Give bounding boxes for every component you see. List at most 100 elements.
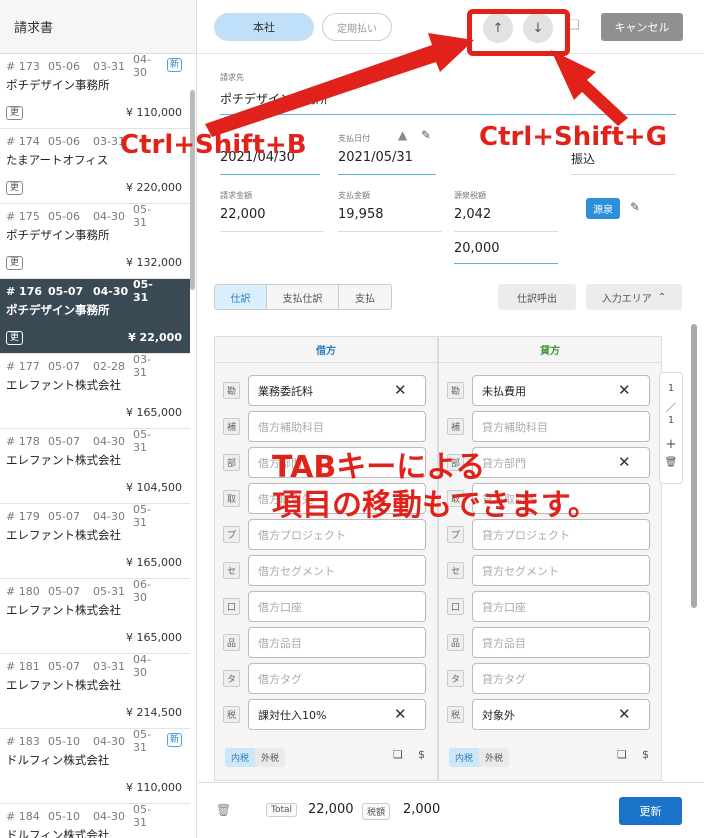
honsha-button[interactable]: 本社 xyxy=(214,13,314,41)
debit-tax-exclusive[interactable]: 外税 xyxy=(255,748,286,767)
invoice-list-item[interactable]: # 175 05-06 04-30 05-31 ポチデザイン事務所更 ¥ 132,000 xyxy=(0,203,190,279)
invoice-issue-date: 05-06 xyxy=(48,59,80,73)
debit-row-tag: 品 xyxy=(223,634,240,651)
invoice-meta: # 181 05-07 03-31 04-30 xyxy=(6,653,184,679)
invoice-list-item[interactable]: # 173 05-06 03-31 04-30 ポチデザイン事務所更 ¥ 110,000 新 xyxy=(0,53,190,129)
journal-recall-button[interactable]: 仕訳呼出 xyxy=(498,284,576,310)
clear-icon[interactable]: ✕ xyxy=(618,381,631,399)
credit-field[interactable]: 貸方品目 xyxy=(472,627,650,658)
shiharaibi-label: 支払日付 xyxy=(338,134,370,143)
invoice-meta: # 180 05-07 05-31 06-30 xyxy=(6,578,184,604)
invoice-number: # 173 xyxy=(6,59,40,73)
debit-dollar-icon[interactable]: $ xyxy=(418,748,425,761)
invoice-list-item[interactable]: # 181 05-07 03-31 04-30 エレファント株式会社 ¥ 214,500 xyxy=(0,653,190,729)
invoice-period-date: 02-28 xyxy=(93,359,125,373)
delete-invoice-icon[interactable]: 🗑 xyxy=(216,803,231,817)
clear-icon[interactable]: ✕ xyxy=(618,705,631,723)
gensen-base-field[interactable]: 20,000 xyxy=(454,241,500,256)
credit-tax-inclusive[interactable]: 内税 xyxy=(449,748,480,767)
invoice-amount: ¥ 165,000 xyxy=(126,556,182,569)
tab-shiwake[interactable]: 仕訳 xyxy=(215,285,267,309)
invoice-list-item[interactable]: # 176 05-07 04-30 05-31 ポチデザイン事務所更 ¥ 22,000 xyxy=(0,278,190,354)
shiharai-amount-label: 支払金額 xyxy=(338,191,370,200)
clear-icon[interactable]: ✕ xyxy=(394,705,407,723)
gensen-amount-field[interactable]: 2,042 xyxy=(454,207,491,222)
invoice-number: # 180 xyxy=(6,584,40,598)
invoice-issue-date: 05-07 xyxy=(48,284,84,298)
main-scrollbar[interactable] xyxy=(691,324,697,608)
credit-row-tag: 品 xyxy=(447,634,464,651)
invoice-list-item[interactable]: # 183 05-10 04-30 05-31 ドルフィン株式会社 ¥ 110,000 新 xyxy=(0,728,190,804)
edit-icon[interactable]: ✎ xyxy=(421,128,431,142)
seikyu-amount-label: 請求金額 xyxy=(220,191,252,200)
invoice-amount: ¥ 110,000 xyxy=(126,781,182,794)
debit-field[interactable]: 借方セグメント xyxy=(248,555,426,586)
seikyu-amount-field[interactable]: 22,000 xyxy=(220,207,266,222)
invoice-list-item[interactable]: # 177 05-07 02-28 03-31 エレファント株式会社 ¥ 165,000 xyxy=(0,353,190,429)
debit-copy-icon[interactable]: ❏ xyxy=(393,748,403,761)
input-area-label: 入力エリア xyxy=(601,293,652,305)
debit-row-tag: セ xyxy=(223,562,240,579)
gensen-edit-icon[interactable]: ✎ xyxy=(630,200,640,214)
clear-icon[interactable]: ✕ xyxy=(394,381,407,399)
credit-row-tag: セ xyxy=(447,562,464,579)
credit-field[interactable]: 貸方セグメント xyxy=(472,555,650,586)
seikyusaki-underline xyxy=(220,114,676,115)
seikyu-underline xyxy=(220,231,324,232)
cancel-button[interactable]: キャンセル xyxy=(601,13,683,41)
invoice-issue-date: 05-07 xyxy=(48,509,80,523)
invoice-number: # 179 xyxy=(6,509,40,523)
invoice-number: # 178 xyxy=(6,434,40,448)
debit-row-tag: 取 xyxy=(223,490,240,507)
invoice-issue-date: 05-07 xyxy=(48,659,80,673)
method-underline xyxy=(571,174,676,175)
invoice-client-name: エレファント株式会社 xyxy=(6,528,121,542)
new-badge: 新 xyxy=(166,58,182,72)
tab-shiharai-shiwake[interactable]: 支払仕訳 xyxy=(267,285,339,309)
credit-field[interactable]: 貸方口座 xyxy=(472,591,650,622)
invoice-list-item[interactable]: # 178 05-07 04-30 05-31 エレファント株式会社 ¥ 104,500 xyxy=(0,428,190,504)
shiharaibi-field[interactable]: 2021/05/31 xyxy=(338,150,413,165)
trash-icon[interactable]: 🗑 xyxy=(660,457,682,468)
credit-field[interactable]: 貸方タグ xyxy=(472,663,650,694)
debit-tax-toggle: 内税 外税 xyxy=(225,748,286,767)
gensen-badge[interactable]: 源泉 xyxy=(586,198,620,219)
invoice-list-item[interactable]: # 184 05-10 04-30 05-31 ドルフィン株式会社 xyxy=(0,803,190,838)
update-button[interactable]: 更新 xyxy=(619,797,682,825)
credit-row-tag: 税 xyxy=(447,706,464,723)
debit-field[interactable]: 借方タグ xyxy=(248,663,426,694)
invoice-period-date: 04-30 xyxy=(93,209,125,223)
teiki-button[interactable]: 定期払い xyxy=(322,13,392,41)
invoice-sidebar: 請求書 # 173 05-06 03-31 04-30 ポチデザイン事務所更 ¥ 110,… xyxy=(0,0,197,838)
debit-field[interactable]: 借方品目 xyxy=(248,627,426,658)
debit-tax-inclusive[interactable]: 内税 xyxy=(225,748,256,767)
input-area-button[interactable]: 入力エリア ⌃ xyxy=(586,284,682,310)
tab-shiharai[interactable]: 支払 xyxy=(339,285,391,309)
invoice-amount: ¥ 22,000 xyxy=(128,331,182,344)
credit-tax-exclusive[interactable]: 外税 xyxy=(479,748,510,767)
invoice-amount: ¥ 110,000 xyxy=(126,106,182,119)
debit-row-tag: 補 xyxy=(223,418,240,435)
invoice-amount: ¥ 132,000 xyxy=(126,256,182,269)
invoice-number: # 175 xyxy=(6,209,40,223)
debit-field[interactable]: 借方口座 xyxy=(248,591,426,622)
invoice-list-item[interactable]: # 179 05-07 04-30 05-31 エレファント株式会社 ¥ 165,000 xyxy=(0,503,190,579)
add-journal-button[interactable]: + xyxy=(660,437,682,452)
debit-field[interactable]: 借方補助科目 xyxy=(248,411,426,442)
journal-tabs: 仕訳 支払仕訳 支払 xyxy=(214,284,392,310)
debit-row-tag: 勘 xyxy=(223,382,240,399)
seikyusaki-field[interactable]: ポチデザイン事務所 xyxy=(220,90,328,107)
sidebar-scrollbar[interactable] xyxy=(190,90,195,290)
payment-method-field[interactable]: 振込 xyxy=(571,150,595,167)
gensen-underline xyxy=(454,231,558,232)
shortcut-highlight-box xyxy=(467,9,570,56)
seikyubi-underline xyxy=(220,174,320,175)
graduation-cap-icon[interactable]: ▲ xyxy=(398,128,407,142)
credit-copy-icon[interactable]: ❏ xyxy=(617,748,627,761)
clear-icon[interactable]: ✕ xyxy=(618,453,631,471)
credit-dollar-icon[interactable]: $ xyxy=(642,748,649,761)
debit-row-tag: タ xyxy=(223,670,240,687)
invoice-list-item[interactable]: # 180 05-07 05-31 06-30 エレファント株式会社 ¥ 165,000 xyxy=(0,578,190,654)
credit-field[interactable]: 貸方補助科目 xyxy=(472,411,650,442)
shiharai-amount-field[interactable]: 19,958 xyxy=(338,207,384,222)
